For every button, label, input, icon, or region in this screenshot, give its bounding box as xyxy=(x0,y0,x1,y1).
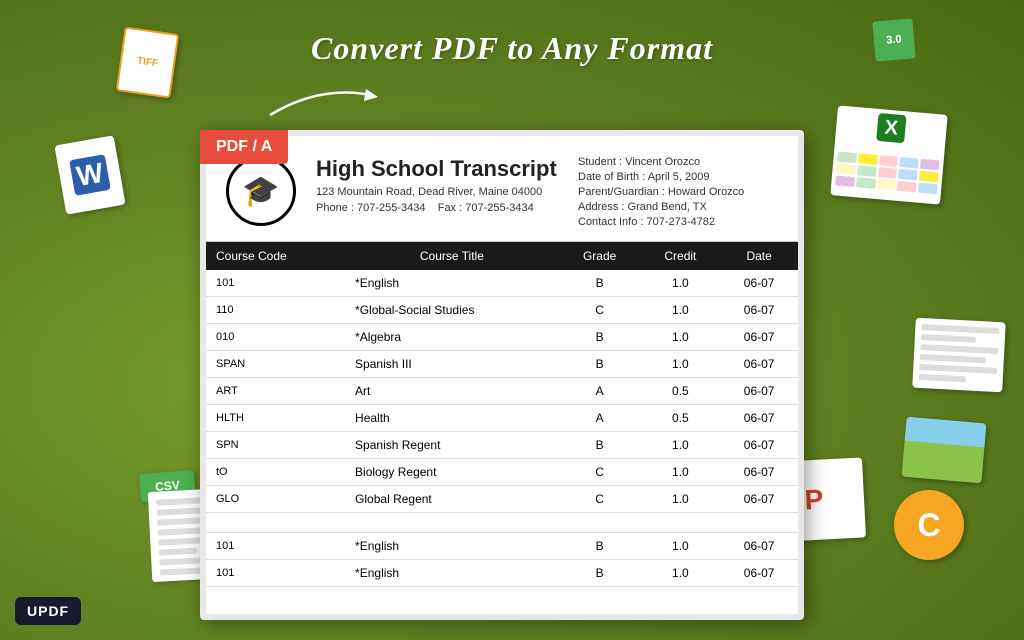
table-cell: Art xyxy=(345,378,559,405)
student-dob: Date of Birth : April 5, 2009 xyxy=(578,171,778,183)
transcript-table: Course Code Course Title Grade Credit Da… xyxy=(206,242,798,587)
table-cell: B xyxy=(559,432,641,459)
col-grade: Grade xyxy=(559,242,641,270)
table-cell: 0.5 xyxy=(641,405,721,432)
table-cell: 06-07 xyxy=(720,459,798,486)
table-cell: 06-07 xyxy=(720,351,798,378)
col-date: Date xyxy=(720,242,798,270)
pdf-a-badge: PDF / A xyxy=(200,130,288,164)
table-cell: Health xyxy=(345,405,559,432)
table-cell: A xyxy=(559,378,641,405)
school-contact: Phone : 707-255-3434 Fax : 707-255-3434 xyxy=(316,202,558,214)
table-row: 101*EnglishB1.006-07 xyxy=(206,560,798,587)
student-contact: Contact Info : 707-273-4782 xyxy=(578,216,778,228)
table-cell: Spanish III xyxy=(345,351,559,378)
table-cell: *Global-Social Studies xyxy=(345,297,559,324)
student-parent: Parent/Guardian : Howard Orozco xyxy=(578,186,778,198)
table-cell: *English xyxy=(345,270,559,297)
col-course-code: Course Code xyxy=(206,242,345,270)
table-cell: A xyxy=(559,405,641,432)
table-cell: B xyxy=(559,351,641,378)
table-cell: C xyxy=(559,459,641,486)
table-cell: B xyxy=(559,324,641,351)
table-cell: 110 xyxy=(206,297,345,324)
col-credit: Credit xyxy=(641,242,721,270)
table-cell: *Algebra xyxy=(345,324,559,351)
table-cell: 06-07 xyxy=(720,378,798,405)
table-cell: 1.0 xyxy=(641,432,721,459)
table-cell: 06-07 xyxy=(720,486,798,513)
school-name: High School Transcript xyxy=(316,156,558,182)
table-cell: Biology Regent xyxy=(345,459,559,486)
updf-logo: UPDF xyxy=(15,597,81,625)
table-cell: B xyxy=(559,533,641,560)
table-cell: 0.5 xyxy=(641,378,721,405)
table-cell: C xyxy=(559,486,641,513)
table-cell: 1.0 xyxy=(641,351,721,378)
table-cell: 101 xyxy=(206,270,345,297)
table-cell: tO xyxy=(206,459,345,486)
table-cell: 1.0 xyxy=(641,270,721,297)
table-cell: 06-07 xyxy=(720,560,798,587)
student-info: Student : Vincent Orozco Date of Birth :… xyxy=(578,156,778,231)
table-cell: 101 xyxy=(206,560,345,587)
table-row: 010*AlgebraB1.006-07 xyxy=(206,324,798,351)
table-row: ARTArtA0.506-07 xyxy=(206,378,798,405)
table-cell: 010 xyxy=(206,324,345,351)
table-header-row: Course Code Course Title Grade Credit Da… xyxy=(206,242,798,270)
table-cell: 101 xyxy=(206,533,345,560)
table-cell: Global Regent xyxy=(345,486,559,513)
student-address: Address : Grand Bend, TX xyxy=(578,201,778,213)
table-cell: GLO xyxy=(206,486,345,513)
table-row: 101*EnglishB1.006-07 xyxy=(206,270,798,297)
table-cell: 1.0 xyxy=(641,533,721,560)
table-cell: SPN xyxy=(206,432,345,459)
school-logo: 🎓 xyxy=(226,156,296,226)
table-cell: 1.0 xyxy=(641,459,721,486)
school-address: 123 Mountain Road, Dead River, Maine 040… xyxy=(316,186,558,198)
table-cell: HLTH xyxy=(206,405,345,432)
table-cell: 06-07 xyxy=(720,270,798,297)
table-cell: SPAN xyxy=(206,351,345,378)
table-row: GLOGlobal RegentC1.006-07 xyxy=(206,486,798,513)
table-row: 110*Global-Social StudiesC1.006-07 xyxy=(206,297,798,324)
table-cell: Spanish Regent xyxy=(345,432,559,459)
table-row: SPNSpanish RegentB1.006-07 xyxy=(206,432,798,459)
col-course-title: Course Title xyxy=(345,242,559,270)
table-cell: 06-07 xyxy=(720,324,798,351)
document-header: 🎓 High School Transcript 123 Mountain Ro… xyxy=(206,136,798,242)
table-body: 101*EnglishB1.006-07110*Global-Social St… xyxy=(206,270,798,587)
table-cell: 06-07 xyxy=(720,533,798,560)
page-title: Convert PDF to Any Format xyxy=(311,30,713,67)
table-row: SPANSpanish IIIB1.006-07 xyxy=(206,351,798,378)
school-info: High School Transcript 123 Mountain Road… xyxy=(316,156,558,231)
table-cell: B xyxy=(559,560,641,587)
table-cell: 1.0 xyxy=(641,560,721,587)
table-row: HLTHHealthA0.506-07 xyxy=(206,405,798,432)
document-inner: 🎓 High School Transcript 123 Mountain Ro… xyxy=(206,136,798,614)
table-row: 101*EnglishB1.006-07 xyxy=(206,533,798,560)
table-cell: 06-07 xyxy=(720,405,798,432)
table-cell: 1.0 xyxy=(641,297,721,324)
table-row: tOBiology RegentC1.006-07 xyxy=(206,459,798,486)
table-cell: 1.0 xyxy=(641,486,721,513)
student-name: Student : Vincent Orozco xyxy=(578,156,778,168)
table-cell: *English xyxy=(345,533,559,560)
table-cell: 06-07 xyxy=(720,432,798,459)
table-row xyxy=(206,513,798,533)
document-wrapper: 🎓 High School Transcript 123 Mountain Ro… xyxy=(200,130,804,620)
table-cell: 06-07 xyxy=(720,297,798,324)
table-cell: *English xyxy=(345,560,559,587)
table-cell: ART xyxy=(206,378,345,405)
table-cell: C xyxy=(559,297,641,324)
table-cell: B xyxy=(559,270,641,297)
table-cell: 1.0 xyxy=(641,324,721,351)
